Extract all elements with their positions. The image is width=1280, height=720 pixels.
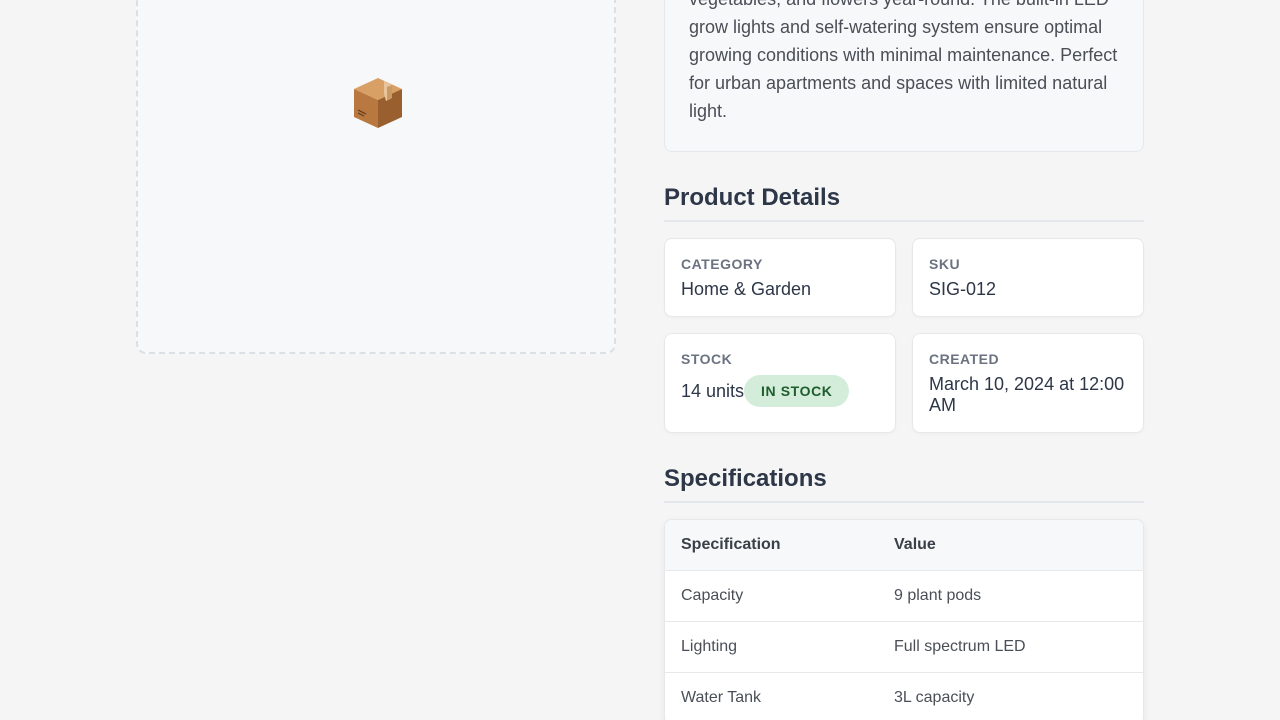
product-page: vegetables, and flowers year-round. The … <box>0 0 1280 720</box>
table-row: Lighting Full spectrum LED <box>665 622 1143 673</box>
sku-value: SIG-012 <box>929 279 997 299</box>
specifications-heading: Specifications <box>664 465 1144 503</box>
spec-value: Full spectrum LED <box>894 638 1026 655</box>
spec-name: Water Tank <box>681 689 762 706</box>
created-value: March 10, 2024 at 12:00 AM <box>929 374 1125 415</box>
sku-card: SKU SIG-012 <box>912 238 1144 317</box>
spec-value: 3L capacity <box>894 689 975 706</box>
table-row: Water Tank 3L capacity <box>665 673 1143 720</box>
sku-label: SKU <box>929 256 961 272</box>
column-header-value: Value <box>894 536 936 553</box>
specifications-table: Specification Value Capacity 9 plant pod… <box>664 519 1144 720</box>
spec-name: Capacity <box>681 587 744 604</box>
product-description-card: vegetables, and flowers year-round. The … <box>664 0 1144 152</box>
stock-label: STOCK <box>681 351 733 367</box>
package-icon <box>354 78 402 128</box>
stock-card: STOCK 14 units IN STOCK <box>664 333 896 433</box>
spec-value: 9 plant pods <box>894 587 982 604</box>
category-card: CATEGORY Home & Garden <box>664 238 896 317</box>
category-label: CATEGORY <box>681 256 763 272</box>
in-stock-badge: IN STOCK <box>744 375 850 407</box>
product-image-placeholder <box>136 0 616 354</box>
created-card: CREATED March 10, 2024 at 12:00 AM <box>912 333 1144 433</box>
product-details-heading: Product Details <box>664 184 1144 222</box>
column-header-specification: Specification <box>681 536 781 553</box>
created-label: CREATED <box>929 351 1000 367</box>
stock-value: 14 units <box>681 380 745 401</box>
category-value: Home & Garden <box>681 279 812 299</box>
table-row: Capacity 9 plant pods <box>665 571 1143 622</box>
product-description: vegetables, and flowers year-round. The … <box>689 0 1118 121</box>
spec-name: Lighting <box>681 638 738 655</box>
table-header-row: Specification Value <box>665 520 1143 571</box>
